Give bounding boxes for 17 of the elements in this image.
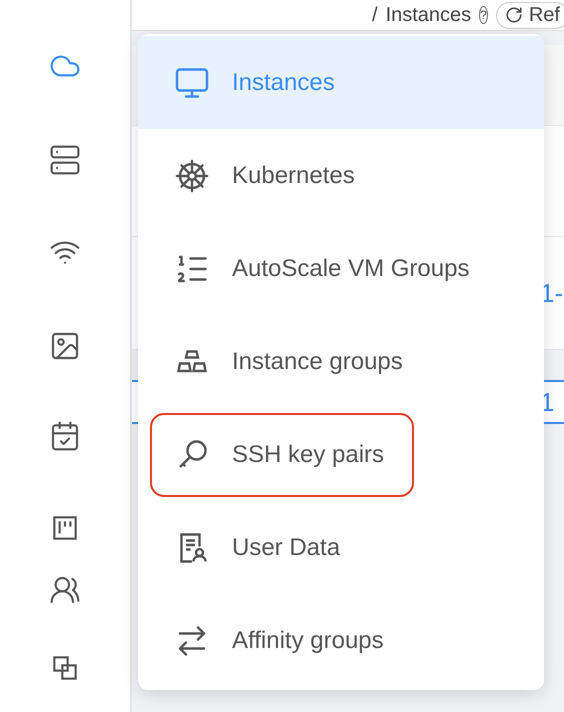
refresh-icon [504, 6, 523, 24]
menu-item[interactable]: Kubernetes [138, 129, 544, 222]
menu-item[interactable]: AutoScale VM Groups [138, 222, 544, 315]
menu-item[interactable]: User Data [138, 501, 544, 594]
image-icon [49, 330, 81, 362]
menu-item[interactable]: Instance groups [138, 315, 544, 408]
calendar-check-icon [49, 420, 81, 452]
highlight-outline: SSH key pairs [150, 412, 414, 496]
page-title: Instances [386, 3, 472, 27]
users-icon [49, 574, 81, 606]
server-icon [49, 144, 81, 176]
menu-item[interactable]: SSH key pairs [138, 408, 544, 501]
ship-wheel-icon [174, 158, 210, 194]
help-icon[interactable]: ? [479, 6, 488, 24]
breadcrumb-separator: / [372, 3, 378, 27]
menu-item[interactable]: Affinity groups [138, 594, 544, 687]
refresh-button[interactable]: Ref [496, 2, 564, 28]
